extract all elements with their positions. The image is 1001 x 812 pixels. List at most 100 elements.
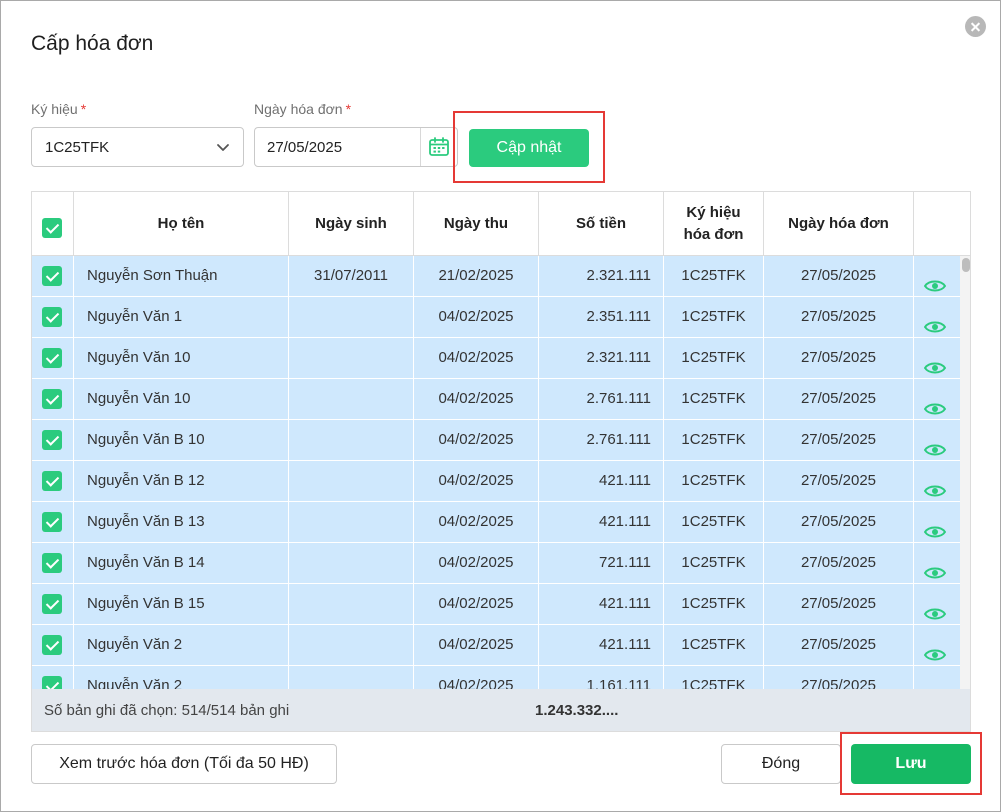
checkbox-checked-icon[interactable] (42, 594, 62, 614)
checkbox-checked-icon[interactable] (42, 307, 62, 327)
dialog-title: Cấp hóa đơn (31, 32, 154, 55)
cell-invoice-symbol: 1C25TFK (664, 543, 764, 583)
cell-dob (289, 420, 414, 460)
checkbox-checked-icon[interactable] (42, 635, 62, 655)
cell-name: Nguyễn Sơn Thuận (74, 256, 289, 296)
eye-icon[interactable] (923, 638, 947, 661)
table-row[interactable]: Nguyễn Văn B 12 04/02/2025 421.111 1C25TFK 2… (32, 461, 960, 502)
cell-invoice-date: 27/05/2025 (764, 420, 914, 460)
cell-actions (914, 256, 960, 296)
cell-dob (289, 584, 414, 624)
cell-invoice-symbol: 1C25TFK (664, 625, 764, 665)
cell-invoice-symbol: 1C25TFK (664, 297, 764, 337)
column-header-dob[interactable]: Ngày sinh (289, 192, 414, 256)
cell-paid-date: 04/02/2025 (414, 297, 539, 337)
checkbox-checked-icon[interactable] (42, 676, 62, 689)
required-mark: * (80, 101, 87, 117)
cell-amount: 421.111 (539, 584, 664, 624)
cell-paid-date: 04/02/2025 (414, 338, 539, 378)
table-row[interactable]: Nguyễn Văn B 13 04/02/2025 421.111 1C25TFK 2… (32, 502, 960, 543)
table-header: Họ tên Ngày sinh Ngày thu Số tiền Ký hiệ… (32, 192, 970, 256)
table-row[interactable]: Nguyễn Văn B 14 04/02/2025 721.111 1C25TFK 2… (32, 543, 960, 584)
cell-paid-date: 04/02/2025 (414, 379, 539, 419)
cell-invoice-symbol: 1C25TFK (664, 666, 764, 689)
cell-actions (914, 625, 960, 665)
table-row[interactable]: Nguyễn Văn 2 04/02/2025 1.161.111 1C25TFK 27… (32, 666, 960, 689)
cell-name: Nguyễn Văn B 15 (74, 584, 289, 624)
symbol-select[interactable]: 1C25TFK (31, 127, 244, 167)
cell-paid-date: 04/02/2025 (414, 625, 539, 665)
cell-invoice-date: 27/05/2025 (764, 379, 914, 419)
eye-icon[interactable] (923, 556, 947, 579)
calendar-icon[interactable] (428, 137, 450, 157)
cell-dob (289, 338, 414, 378)
cell-dob (289, 502, 414, 542)
cell-invoice-date: 27/05/2025 (764, 297, 914, 337)
close-button[interactable]: Đóng (721, 744, 841, 784)
table-row[interactable]: Nguyễn Văn 2 04/02/2025 421.111 1C25TFK 27/0… (32, 625, 960, 666)
checkbox-checked-icon[interactable] (42, 266, 62, 286)
cell-amount: 421.111 (539, 502, 664, 542)
table-row[interactable]: Nguyễn Văn 10 04/02/2025 2.761.111 1C25TFK 2… (32, 379, 960, 420)
table-row[interactable]: Nguyễn Văn B 10 04/02/2025 2.761.111 1C25TF… (32, 420, 960, 461)
cell-select (32, 666, 74, 689)
cell-amount: 721.111 (539, 543, 664, 583)
update-button[interactable]: Cập nhật (469, 129, 589, 167)
eye-icon[interactable] (923, 433, 947, 456)
checkbox-checked-icon[interactable] (42, 389, 62, 409)
cell-invoice-date: 27/05/2025 (764, 502, 914, 542)
eye-icon[interactable] (923, 392, 947, 415)
checkbox-checked-icon[interactable] (42, 348, 62, 368)
checkbox-checked-icon[interactable] (42, 553, 62, 573)
cell-invoice-date: 27/05/2025 (764, 584, 914, 624)
cell-name: Nguyễn Văn B 12 (74, 461, 289, 501)
close-icon[interactable] (965, 16, 986, 37)
cell-amount: 2.761.111 (539, 420, 664, 460)
table-row[interactable]: Nguyễn Văn 1 04/02/2025 2.351.111 1C25TFK 27… (32, 297, 960, 338)
cell-amount: 421.111 (539, 461, 664, 501)
cell-dob (289, 666, 414, 689)
column-header-name[interactable]: Họ tên (74, 192, 289, 256)
vertical-scrollbar[interactable] (960, 256, 970, 689)
cell-name: Nguyễn Văn 2 (74, 625, 289, 665)
required-mark: * (345, 101, 352, 117)
column-header-invoice-symbol[interactable]: Ký hiệu hóa đơn (664, 192, 764, 256)
scrollbar-thumb[interactable] (962, 258, 970, 272)
column-header-paid-date[interactable]: Ngày thu (414, 192, 539, 256)
table-row[interactable]: Nguyễn Văn B 15 04/02/2025 421.111 1C25TFK 2… (32, 584, 960, 625)
invoice-date-input[interactable]: 27/05/2025 (254, 127, 458, 167)
preview-invoice-button[interactable]: Xem trước hóa đơn (Tối đa 50 HĐ) (31, 744, 337, 784)
cell-dob (289, 379, 414, 419)
eye-icon[interactable] (924, 679, 946, 689)
cell-name: Nguyễn Văn 10 (74, 379, 289, 419)
cell-invoice-date: 27/05/2025 (764, 666, 914, 689)
eye-icon[interactable] (923, 351, 947, 374)
checkbox-checked-icon[interactable] (42, 430, 62, 450)
total-amount: 1.243.332.... (535, 702, 619, 719)
cell-invoice-symbol: 1C25TFK (664, 420, 764, 460)
column-header-amount[interactable]: Số tiền (539, 192, 664, 256)
cell-name: Nguyễn Văn B 14 (74, 543, 289, 583)
eye-icon[interactable] (923, 310, 947, 333)
cell-actions (914, 338, 960, 378)
cell-paid-date: 04/02/2025 (414, 543, 539, 583)
table-row[interactable]: Nguyễn Sơn Thuận 31/07/2011 21/02/2025 2.32… (32, 256, 960, 297)
cell-select (32, 379, 74, 419)
cell-invoice-date: 27/05/2025 (764, 256, 914, 296)
cell-actions (914, 502, 960, 542)
eye-icon[interactable] (923, 597, 947, 620)
cell-select (32, 338, 74, 378)
cell-name: Nguyễn Văn B 13 (74, 502, 289, 542)
save-button[interactable]: Lưu (851, 744, 971, 784)
checkbox-checked-icon[interactable] (42, 471, 62, 491)
column-header-invoice-date[interactable]: Ngày hóa đơn (764, 192, 914, 256)
checkbox-checked-icon[interactable] (42, 218, 62, 238)
eye-icon[interactable] (923, 269, 947, 292)
selected-count: Số bản ghi đã chọn: 514/514 bản ghi (44, 702, 290, 719)
eye-icon[interactable] (923, 474, 947, 497)
checkbox-checked-icon[interactable] (42, 512, 62, 532)
cell-paid-date: 04/02/2025 (414, 584, 539, 624)
cell-select (32, 543, 74, 583)
table-row[interactable]: Nguyễn Văn 10 04/02/2025 2.321.111 1C25TFK 2… (32, 338, 960, 379)
eye-icon[interactable] (923, 515, 947, 538)
